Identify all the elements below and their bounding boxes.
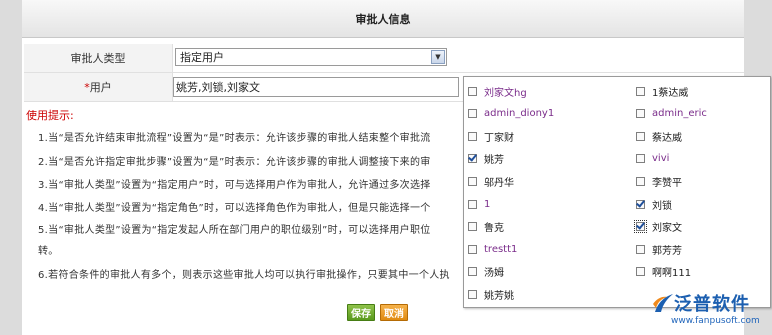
user-option-label: 刘家文hg <box>484 87 527 99</box>
user-option-label: 刘锁 <box>652 200 672 212</box>
logo-mark-icon <box>653 294 673 312</box>
user-option[interactable]: 1 <box>468 196 490 212</box>
user-option[interactable]: 邬丹华 <box>468 173 514 189</box>
user-option[interactable]: vivi <box>636 151 669 167</box>
user-option[interactable]: 刘家文 <box>634 219 682 235</box>
checkbox[interactable] <box>468 244 477 254</box>
checkbox[interactable] <box>636 109 645 119</box>
user-option-label: 李赞平 <box>652 177 682 189</box>
user-option-label: 汤姆 <box>484 268 504 280</box>
user-option[interactable]: 刘家文hg <box>468 83 527 99</box>
user-option-label: 姚芳 <box>484 155 504 167</box>
user-option[interactable]: trestt1 <box>468 241 517 257</box>
user-option-label: 邬丹华 <box>484 177 514 189</box>
logo-name: 泛普软件 <box>674 294 750 315</box>
user-option[interactable]: 姚芳姚 <box>468 286 514 302</box>
user-option[interactable]: 蔡达威 <box>636 128 682 144</box>
user-option-label: 姚芳姚 <box>484 290 514 302</box>
user-option-label: trestt1 <box>484 243 518 255</box>
cancel-button[interactable]: 取消 <box>380 304 408 321</box>
user-option[interactable]: 鲁克 <box>468 219 504 235</box>
user-option[interactable]: 丁家财 <box>468 128 514 144</box>
logo-url: www.fanpusoft.com <box>671 316 760 326</box>
user-option[interactable]: 1蔡达威 <box>636 83 688 99</box>
user-options-dropdown: 刘家文hg admin_diony1 丁家财姚芳邬丹华 1 鲁克 trestt1 汤姆姚芳姚… <box>463 76 771 308</box>
user-option-label: vivi <box>652 153 670 165</box>
tip-line: 4.当“审批人类型”设置为“指定角色”时，可以选择角色作为审批人，但是只能选择一… <box>38 203 431 214</box>
checkbox[interactable] <box>636 86 645 96</box>
user-option-label: 1蔡达威 <box>652 87 689 99</box>
user-option[interactable]: admin_diony1 <box>468 106 554 122</box>
user-option[interactable]: 汤姆 <box>468 264 504 280</box>
checkbox[interactable] <box>468 289 477 299</box>
user-option[interactable]: admin_eric <box>636 106 707 122</box>
tips-title: 使用提示: <box>26 109 74 122</box>
user-option-label: 丁家财 <box>484 132 514 144</box>
tip-line: 转。 <box>38 246 59 257</box>
checkbox-checked[interactable] <box>634 220 647 234</box>
form-buttons: 保存 取消 <box>347 304 408 321</box>
checkbox[interactable] <box>636 131 645 141</box>
tips-panel: 使用提示: 1.当“是否允许结束审批流程”设置为“是”时表示：允许该步骤的审批人… <box>0 0 463 335</box>
checkbox[interactable] <box>468 222 477 232</box>
user-option-label: 啊啊111 <box>652 268 692 280</box>
user-option[interactable]: 刘锁 <box>636 196 672 212</box>
save-button[interactable]: 保存 <box>347 304 375 321</box>
tip-line: 2.当“是否允许指定审批步骤”设置为“是”时表示：允许该步骤的审批人调整接下来的… <box>38 157 431 168</box>
checkbox[interactable] <box>468 199 477 209</box>
user-option-label: admin_diony1 <box>484 108 555 120</box>
company-logo: 泛普软件 www.fanpusoft.com <box>651 288 769 328</box>
tip-line: 5.当“审批人类型”设置为“指定发起人所在部门用户的职位级别”时，可以选择用户职… <box>38 225 431 236</box>
checkbox[interactable] <box>468 109 477 119</box>
user-option-label: 蔡达威 <box>652 132 682 144</box>
user-option-label: 刘家文 <box>652 223 682 235</box>
user-option-label: admin_eric <box>652 108 707 120</box>
checkbox[interactable] <box>468 86 477 96</box>
user-option[interactable]: 姚芳 <box>468 151 504 167</box>
tip-line: 6.若符合条件的审批人有多个，则表示这些审批人均可以执行审批操作，只要其中一个人… <box>38 270 450 281</box>
checkbox-checked[interactable] <box>468 154 477 164</box>
checkbox[interactable] <box>636 244 645 254</box>
checkbox[interactable] <box>636 176 645 186</box>
checkbox[interactable] <box>636 154 645 164</box>
checkbox-checked[interactable] <box>636 199 645 209</box>
checkbox[interactable] <box>468 267 477 277</box>
user-option[interactable]: 啊啊111 <box>636 264 691 280</box>
user-option[interactable]: 郭芳芳 <box>636 241 682 257</box>
tip-line: 1.当“是否允许结束审批流程”设置为“是”时表示：允许该步骤的审批人结束整个审批… <box>38 133 431 144</box>
user-option-label: 1 <box>484 198 491 210</box>
checkbox[interactable] <box>468 131 477 141</box>
user-option-label: 鲁克 <box>484 223 504 235</box>
user-option-label: 郭芳芳 <box>652 245 682 257</box>
checkbox[interactable] <box>468 176 477 186</box>
tip-line: 3.当“审批人类型”设置为“指定用户”时，可与选择用户作为审批人，允许通过多次选… <box>38 180 431 191</box>
checkbox[interactable] <box>636 267 645 277</box>
user-option[interactable]: 李赞平 <box>636 173 682 189</box>
